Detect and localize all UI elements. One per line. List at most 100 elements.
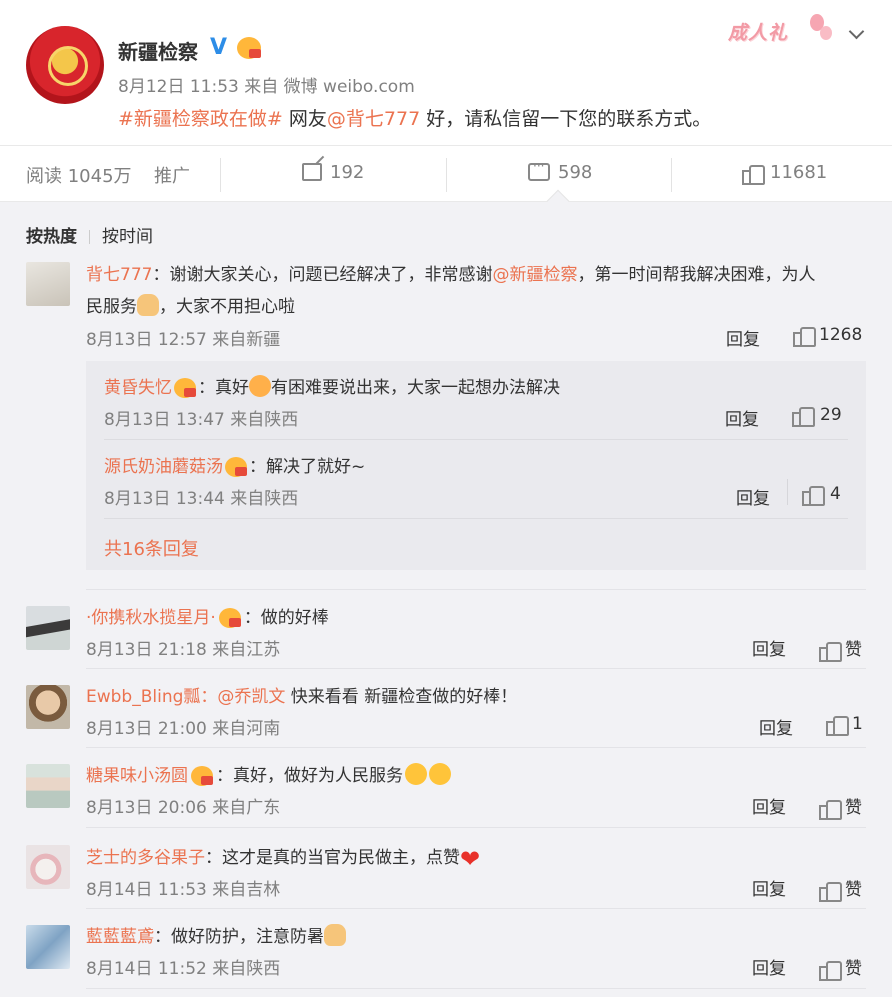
comment-divider [86,747,866,748]
comment-text-part: 快来看看 新疆检查做的好棒！ [285,687,518,707]
promote-button[interactable]: 推广 [154,162,190,188]
comment-text-part: 民服务 [86,297,137,317]
post-time[interactable]: 8月12日 11:53 [118,77,239,97]
member-badge-icon [237,37,261,59]
sub-reply-text-part: ：真好 [198,378,249,398]
commenter-avatar[interactable] [26,925,70,969]
comment-divider [86,827,866,828]
commenter-avatar[interactable] [26,845,70,889]
tab-sort-time[interactable]: 按时间 [102,227,153,247]
sort-divider [89,230,90,244]
reply-button[interactable]: 回复 [736,484,770,509]
commenter-avatar[interactable] [26,685,70,729]
action-separator [671,158,672,192]
sub-reply-like-count: 29 [820,405,842,425]
sub-reply-text: 源氏奶油蘑菇汤 ：解决了就好~ [104,452,365,477]
commenter-avatar[interactable] [26,606,70,650]
thumbs-up-emoji-icon [137,294,159,316]
weibo-post: 新疆检察 V 8月12日 11:53 来自 微博 weibo.com #新疆检察… [0,0,892,145]
sub-reply-text-part: ：解决了就好~ [249,457,366,477]
like-icon [792,405,815,427]
sort-tabs: 按热度 按时间 [26,222,153,247]
comment-text: Ewbb_Bling瓢：@乔凯文 快来看看 新疆检查做的好棒！ [86,682,517,707]
comment-like-count: 赞 [845,798,862,818]
sub-reply-like-button[interactable]: 4 [802,484,841,506]
comment-text-part: ：做好防护，注意防暑 [154,927,324,947]
member-badge-icon [218,608,241,628]
reply-button[interactable]: 回复 [752,954,786,979]
comment-username[interactable]: ·你携秋水揽星月· [86,608,216,628]
action-separator [446,158,447,192]
post-text: #新疆检察政在做# 网友@背七777 好，请私信留一下您的联系方式。 [118,104,711,131]
verified-icon: V [210,35,228,60]
comment-text-part: ：做的好棒 [243,608,329,628]
like-icon [819,959,842,981]
like-icon [826,714,849,736]
comment-username[interactable]: Ewbb_Bling瓢 [86,687,200,707]
more-replies-link[interactable]: 共16条回复 [104,535,199,561]
sub-reply-time: 8月13日 13:44 来自陕西 [104,489,299,509]
commenter-avatar[interactable] [26,262,70,306]
crying-emoji-icon [249,375,271,397]
comment-text: ·你携秋水揽星月· ：做的好棒 [86,603,329,628]
comment-like-button[interactable]: 1 [826,714,863,736]
like-count: 11681 [770,162,828,183]
comment-like-count: 1268 [819,325,863,345]
mention-link[interactable]: ：@乔凯文 [200,687,285,707]
mention-link[interactable]: @新疆检察 [492,265,577,285]
like-button[interactable]: 11681 [742,162,828,185]
reply-button[interactable]: 回复 [759,714,793,739]
comment-divider [86,988,866,989]
comment-time: 8月13日 21:00 来自河南 [86,719,281,739]
sub-reply-username[interactable]: 源氏奶油蘑菇汤 [104,457,223,477]
reply-button[interactable]: 回复 [726,325,760,350]
sub-reply-like-button[interactable]: 29 [792,405,842,427]
reply-button[interactable]: 回复 [752,875,786,900]
laughing-emoji-icon [429,763,451,785]
comment-like-count: 赞 [845,640,862,660]
post-author[interactable]: 新疆检察 [118,36,198,65]
share-button[interactable]: 192 [302,162,364,183]
comment-like-button[interactable]: 赞 [819,875,862,902]
comment-username[interactable]: 藍藍藍鳶 [86,927,154,947]
reply-button[interactable]: 回复 [752,793,786,818]
reply-button[interactable]: 回复 [752,635,786,660]
like-icon [819,798,842,820]
action-separator [220,158,221,192]
heart-emoji-icon [460,848,486,870]
comment-text-part: ：真好，做好为人民服务 [216,766,403,786]
member-badge-icon [225,457,247,477]
comment-time: 8月13日 21:18 来自江苏 [86,640,281,660]
chevron-down-icon[interactable] [848,24,866,42]
share-count: 192 [330,162,365,183]
sub-reply-text: 黄昏失忆 ：真好 有困难要说出来，大家一起想办法解决 [104,373,560,398]
comment-text-part: ：谢谢大家关心，问题已经解决了，非常感谢 [152,265,493,285]
sub-reply-username[interactable]: 黄昏失忆 [104,378,172,398]
mention-link[interactable]: @背七777 [327,108,420,130]
comment-username[interactable]: 背七777 [86,265,152,285]
sub-reply-divider [104,518,848,519]
comment-username[interactable]: 芝士的多谷果子 [86,848,205,868]
member-badge-icon [174,378,196,398]
like-icon [819,640,842,662]
comment-like-button[interactable]: 赞 [819,954,862,981]
sub-reply-text-part: 有困难要说出来，大家一起想办法解决 [271,378,560,398]
comment-text: 背七777：谢谢大家关心，问题已经解决了，非常感谢@新疆检察，第一时间帮我解决困… [86,260,815,285]
tab-sort-hot[interactable]: 按热度 [26,227,77,247]
comment-button[interactable]: 598 [528,159,592,183]
member-badge-icon [191,766,213,786]
author-avatar[interactable] [26,26,104,104]
commenter-avatar[interactable] [26,764,70,808]
comment-like-button[interactable]: 1268 [793,325,863,347]
sub-replies-box: 黄昏失忆 ：真好 有困难要说出来，大家一起想办法解决 8月13日 13:47 来自陕… [86,361,866,570]
comment-like-button[interactable]: 赞 [819,793,862,820]
post-text-suffix: 好，请私信留一下您的联系方式。 [426,108,712,130]
hashtag-link[interactable]: #新疆检察政在做# [118,108,283,130]
comment-text-part: ：这才是真的当官为民做主，点赞 [205,848,460,868]
comment-divider [86,589,866,590]
comment-like-count: 赞 [845,880,862,900]
comment-like-button[interactable]: 赞 [819,635,862,662]
comment-username[interactable]: 糖果味小汤圆 [86,766,188,786]
sub-reply-divider [104,439,848,440]
reply-button[interactable]: 回复 [725,405,759,430]
